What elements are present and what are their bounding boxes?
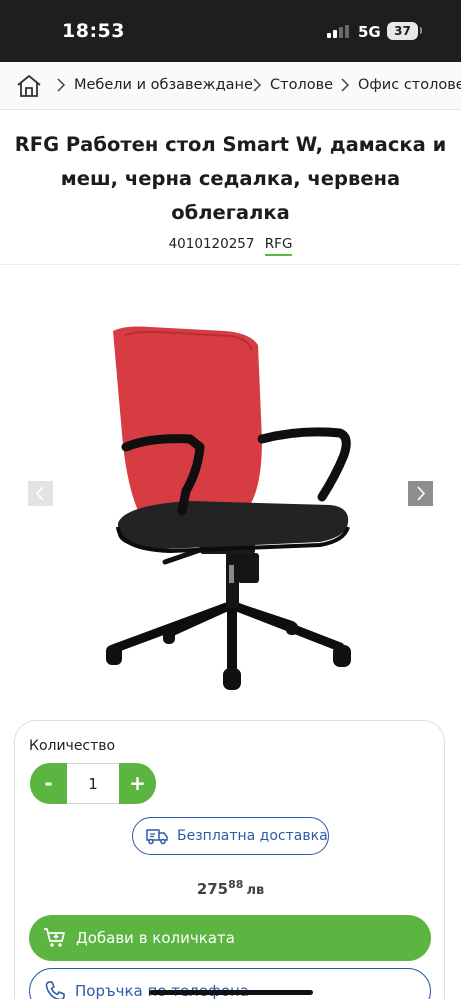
battery-tip [420, 27, 422, 34]
product-header: RFG Работен стол Smart W, дамаска и меш,… [0, 128, 461, 256]
add-to-cart-label: Добави в количката [76, 929, 235, 947]
battery-icon: 37 [387, 22, 418, 40]
chevron-right-icon [57, 78, 66, 92]
chevron-right-icon [417, 486, 426, 501]
product-price: 27588 лв [0, 878, 461, 898]
delivery-truck-icon [146, 829, 168, 845]
home-indicator[interactable] [149, 990, 313, 995]
brand-link[interactable]: RFG [264, 236, 293, 256]
price-currency: лв [246, 883, 265, 898]
chevron-right-icon [253, 78, 262, 92]
price-cents: 88 [228, 878, 244, 891]
breadcrumb-item-chairs[interactable]: Столове [252, 77, 333, 93]
chevron-right-icon [341, 78, 350, 92]
price-main: 275 [196, 880, 229, 898]
chevron-left-icon [35, 486, 44, 501]
cart-add-icon [44, 928, 65, 947]
product-title: RFG Работен стол Smart W, дамаска и меш,… [14, 133, 447, 224]
sku-row: 4010120257 RFG [0, 236, 461, 256]
signal-icon [327, 25, 349, 38]
breadcrumb: Мебели и обзавеждане Столове Офис столов… [0, 62, 461, 110]
quantity-input[interactable] [67, 763, 119, 804]
free-shipping-badge[interactable]: Безплатна доставка [132, 817, 329, 855]
status-time: 18:53 [62, 20, 125, 42]
network-type: 5G [358, 23, 381, 41]
product-gallery[interactable] [0, 265, 461, 715]
status-bar: 18:53 5G 37 [0, 0, 461, 62]
home-icon[interactable] [16, 73, 42, 99]
quantity-decrease-button[interactable]: - [30, 763, 67, 804]
breadcrumb-label: Мебели и обзавеждане [74, 77, 253, 93]
breadcrumb-item-office-chairs[interactable]: Офис столове [340, 77, 461, 93]
quantity-label: Количество [29, 738, 116, 754]
phone-icon [45, 981, 65, 999]
breadcrumb-label: Столове [270, 77, 334, 93]
breadcrumb-label: Офис столове [358, 77, 461, 93]
free-shipping-label: Безплатна доставка [177, 828, 328, 844]
gallery-prev-button[interactable] [28, 481, 53, 506]
gallery-next-button[interactable] [408, 481, 433, 506]
add-to-cart-button[interactable]: Добави в количката [29, 915, 431, 961]
product-sku: 4010120257 [168, 236, 255, 252]
product-image [106, 326, 351, 690]
breadcrumb-item-furniture[interactable]: Мебели и обзавеждане [56, 77, 253, 93]
